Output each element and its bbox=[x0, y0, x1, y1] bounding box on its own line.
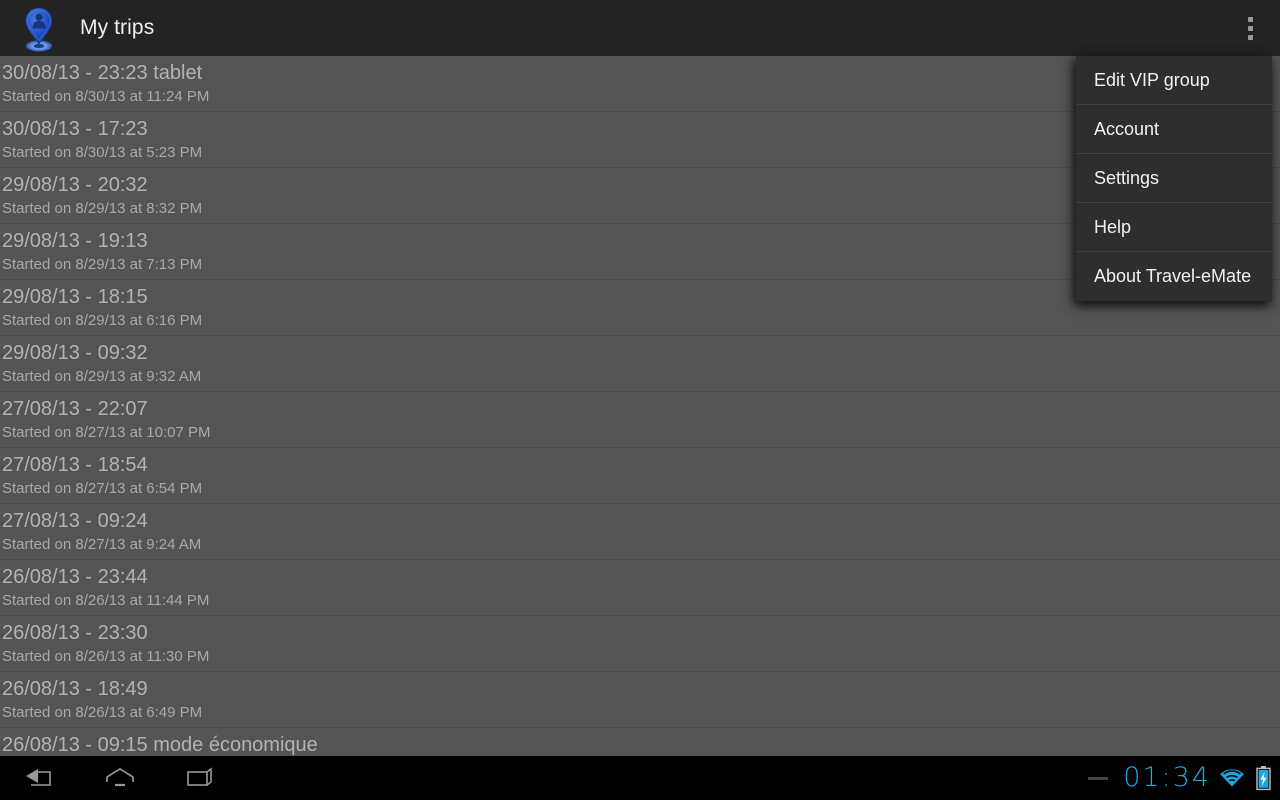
android-screen: My trips 30/08/13 - 23:23 tablet Started … bbox=[0, 0, 1280, 800]
trip-list-item[interactable]: 26/08/13 - 23:44 Started on 8/26/13 at 11… bbox=[0, 560, 1280, 616]
trip-title: 27/08/13 - 22:07 bbox=[2, 398, 148, 420]
back-arrow-svg bbox=[26, 769, 51, 786]
overflow-menu-popup: Edit VIP group Account Settings Help About T… bbox=[1076, 56, 1272, 301]
trip-title: 27/08/13 - 09:24 bbox=[2, 510, 148, 532]
trip-list-item[interactable]: 27/08/13 - 22:07 Started on 8/27/13 at 10… bbox=[0, 392, 1280, 448]
trip-subtitle: Started on 8/27/13 at 10:07 PM bbox=[2, 424, 211, 441]
trip-list-item[interactable]: 26/08/13 - 23:30 Started on 8/26/13 at 11… bbox=[0, 616, 1280, 672]
trip-subtitle: Started on 8/29/13 at 6:16 PM bbox=[2, 312, 203, 329]
action-bar: My trips bbox=[0, 0, 1280, 56]
trip-subtitle: Started on 8/27/13 at 6:54 PM bbox=[2, 480, 203, 497]
status-clock: 01:34 bbox=[1123, 762, 1211, 793]
trip-title: 26/08/13 - 09:15 mode économique bbox=[2, 734, 318, 756]
home-svg bbox=[106, 768, 134, 787]
trip-list-item[interactable]: 26/08/13 - 18:49 Started on 8/26/13 at 6:… bbox=[0, 672, 1280, 728]
map-pin-person-svg bbox=[25, 7, 53, 51]
recent-apps-svg bbox=[187, 767, 212, 786]
trip-list-item[interactable]: 27/08/13 - 18:54 Started on 8/27/13 at 6:… bbox=[0, 448, 1280, 504]
trip-subtitle: Started on 8/26/13 at 11:44 PM bbox=[2, 592, 210, 609]
trip-subtitle: Started on 8/29/13 at 9:32 AM bbox=[2, 368, 202, 385]
page-title: My trips bbox=[80, 16, 155, 39]
trip-list-item[interactable]: 29/08/13 - 09:32 Started on 8/29/13 at 9:… bbox=[0, 336, 1280, 392]
overflow-dot bbox=[1247, 34, 1253, 40]
overflow-dot bbox=[1247, 16, 1253, 22]
trip-list-item[interactable]: 27/08/13 - 09:24 Started on 8/27/13 at 9:… bbox=[0, 504, 1280, 560]
trip-title: 26/08/13 - 18:49 bbox=[2, 678, 148, 700]
overflow-menu-item[interactable]: About Travel-eMate bbox=[1076, 252, 1272, 301]
trip-title: 26/08/13 - 23:44 bbox=[2, 566, 148, 588]
recent-apps-icon[interactable] bbox=[160, 756, 240, 800]
status-bar-icons: 01:34 bbox=[1088, 756, 1272, 800]
system-navigation-bar: 01:34 bbox=[0, 756, 1280, 800]
trip-title: 27/08/13 - 18:54 bbox=[2, 454, 148, 476]
trip-title: 26/08/13 - 23:30 bbox=[2, 622, 148, 644]
trip-subtitle: Started on 8/26/13 at 11:30 PM bbox=[2, 648, 210, 665]
map-pin-person-icon bbox=[18, 4, 60, 54]
battery-charging-icon bbox=[1256, 766, 1271, 791]
notification-dash-icon bbox=[1088, 776, 1109, 780]
trip-subtitle: Started on 8/27/13 at 9:24 AM bbox=[2, 536, 202, 553]
trip-title: 29/08/13 - 09:32 bbox=[2, 342, 148, 364]
overflow-menu-item[interactable]: Account bbox=[1076, 105, 1272, 154]
overflow-menu-icon[interactable] bbox=[1226, 4, 1274, 52]
overflow-menu-item[interactable]: Settings bbox=[1076, 154, 1272, 203]
overflow-menu-item[interactable]: Edit VIP group bbox=[1076, 56, 1272, 105]
back-arrow-icon[interactable] bbox=[0, 756, 80, 800]
overflow-dot bbox=[1247, 25, 1253, 31]
trip-list-item[interactable]: 26/08/13 - 09:15 mode économique bbox=[0, 728, 1280, 756]
trip-subtitle: Started on 8/26/13 at 6:49 PM bbox=[2, 704, 203, 721]
home-icon[interactable] bbox=[80, 756, 160, 800]
overflow-menu-item[interactable]: Help bbox=[1076, 203, 1272, 252]
wifi-icon bbox=[1220, 769, 1244, 787]
